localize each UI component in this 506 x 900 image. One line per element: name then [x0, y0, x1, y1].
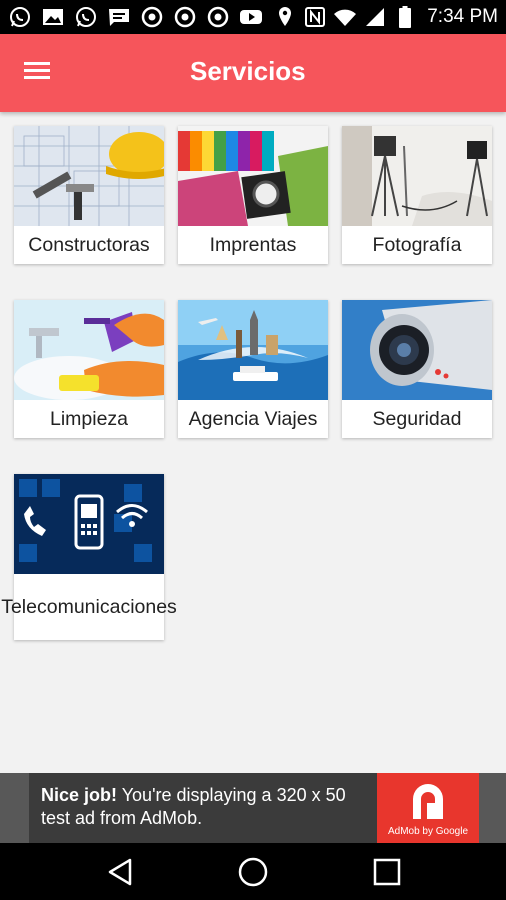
admob-brand: AdMob by Google — [387, 826, 469, 837]
chrome-icon — [206, 6, 230, 28]
hamburger-menu-icon[interactable] — [22, 58, 66, 90]
service-label: Telecomunica ciones — [1, 574, 177, 640]
battery-icon — [393, 6, 417, 28]
home-icon[interactable] — [233, 855, 273, 889]
ad-text: Nice job! You're displaying a 320 x 50 t… — [41, 784, 371, 830]
whatsapp-icon — [74, 6, 98, 28]
travel-image — [178, 300, 328, 400]
signal-icon — [363, 6, 387, 28]
service-card-telecomunicaciones[interactable]: Telecomunica ciones — [1, 474, 177, 640]
telecom-image — [14, 474, 164, 574]
back-icon[interactable] — [100, 855, 140, 889]
service-label: Fotografía — [372, 233, 462, 256]
status-time: 7:34 PM — [427, 6, 498, 27]
service-label-line-2: ciones — [120, 595, 177, 618]
cleaning-image — [14, 300, 164, 400]
service-card-fotografia[interactable]: Fotografía — [342, 126, 492, 264]
wifi-icon — [333, 6, 357, 28]
status-bar: 7:34 PM — [0, 0, 506, 34]
security-camera-image — [342, 300, 492, 400]
admob-logo[interactable]: AdMob by Google — [377, 773, 479, 843]
photo-studio-image — [342, 126, 492, 226]
service-label: Constructoras — [28, 233, 150, 256]
service-card-imprentas[interactable]: Imprentas — [178, 126, 328, 264]
service-card-agencia-viajes[interactable]: Agencia Viajes — [178, 300, 328, 438]
service-label: Limpieza — [49, 407, 129, 430]
navigation-bar — [0, 843, 506, 900]
message-icon — [107, 6, 131, 28]
service-label: Agencia Viajes — [188, 407, 318, 430]
service-label: Imprentas — [209, 233, 297, 256]
service-label-line-1: Telecomunica — [1, 595, 121, 618]
system-icons: 7:34 PM — [273, 6, 498, 28]
construction-image — [14, 126, 164, 226]
chrome-icon — [173, 6, 197, 28]
recents-icon[interactable] — [367, 855, 407, 889]
location-icon — [273, 6, 297, 28]
app-bar: Servicios — [0, 34, 506, 112]
admob-icon — [413, 784, 443, 819]
service-card-constructoras[interactable]: Constructoras — [14, 126, 164, 264]
ad-headline: Nice job! — [41, 785, 118, 805]
youtube-icon — [239, 6, 263, 28]
service-card-limpieza[interactable]: Limpieza — [14, 300, 164, 438]
service-label: Seguridad — [372, 407, 462, 430]
nfc-icon — [303, 6, 327, 28]
image-icon — [41, 6, 65, 28]
printing-image — [178, 126, 328, 226]
ad-content[interactable]: Nice job! You're displaying a 320 x 50 t… — [29, 773, 479, 843]
service-card-seguridad[interactable]: Seguridad — [342, 300, 492, 438]
ad-banner[interactable]: Nice job! You're displaying a 320 x 50 t… — [0, 773, 506, 843]
whatsapp-icon — [8, 6, 32, 28]
chrome-icon — [140, 6, 164, 28]
notification-icons — [8, 6, 263, 28]
page-title: Servicios — [190, 56, 306, 86]
